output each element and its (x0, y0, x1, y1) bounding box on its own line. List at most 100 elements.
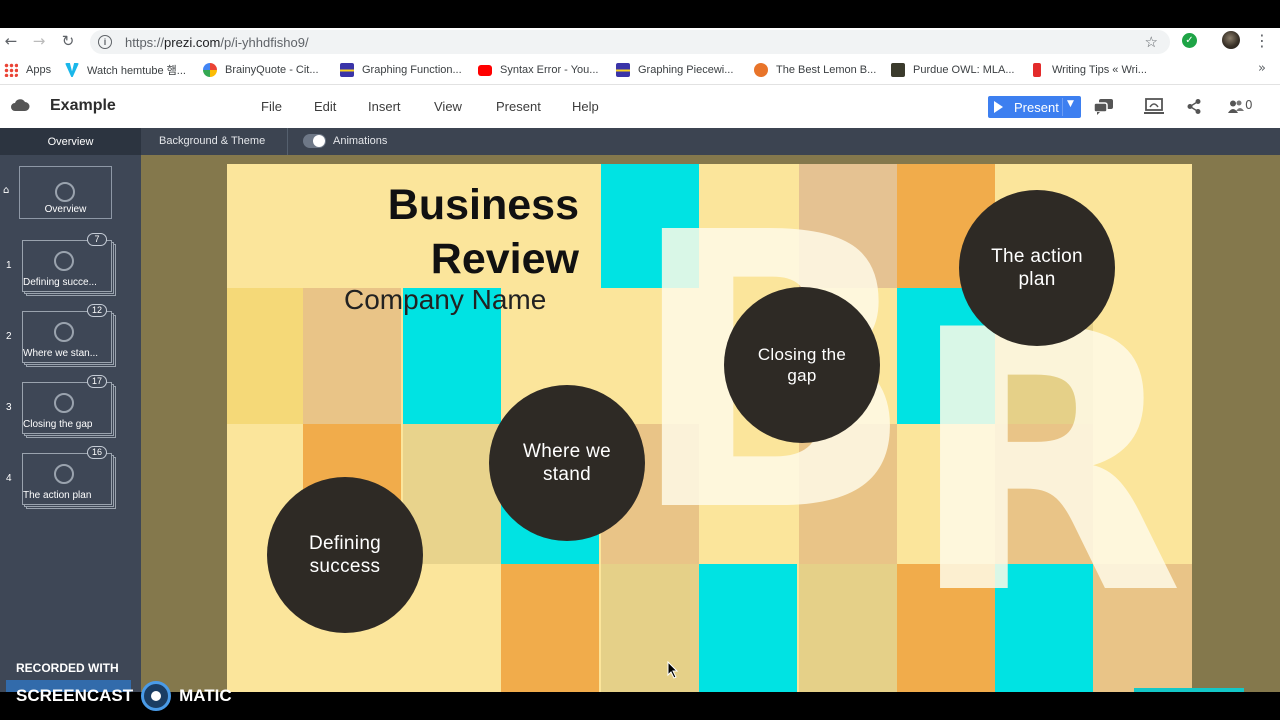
share-icon[interactable] (1187, 99, 1201, 114)
animations-toggle[interactable] (303, 134, 326, 148)
orange-circle-icon (754, 63, 768, 77)
screencast-logo-icon (141, 681, 172, 711)
overview-thumbnail[interactable]: Overview (19, 166, 112, 219)
bookmarks-bar: Apps Watch hemtube 햄... BrainyQuote - Ci… (0, 58, 1280, 82)
home-icon[interactable]: ⌂ (3, 185, 9, 196)
youtube-icon (478, 64, 492, 76)
topic-line: Defining (308, 533, 382, 554)
topic-line: success (309, 556, 381, 577)
slide-label: Closing the gap (23, 419, 93, 430)
reload-icon[interactable]: ↻ (57, 30, 79, 52)
url-path: /p/i-yhhdfisho9/ (220, 34, 309, 50)
info-icon[interactable]: i (98, 35, 112, 49)
teal-indicator (1134, 688, 1244, 692)
pinwheel-icon (203, 63, 217, 77)
circle-icon (54, 322, 74, 342)
chevron-down-icon[interactable]: ▼ (1067, 99, 1074, 109)
bookmark-label: Graphing Function... (362, 64, 462, 76)
url-prefix: https:// (125, 34, 165, 50)
url-text: https://prezi.com/p/i-yhhdfisho9/ (125, 35, 309, 50)
overview-slide[interactable]: B R Business Review Company Name Definin… (227, 164, 1192, 692)
animations-label: Animations (333, 135, 388, 147)
present-button[interactable]: Present ▼ (988, 96, 1081, 118)
bookmark-label: Watch hemtube 햄... (87, 65, 186, 77)
editor-canvas[interactable]: B R Business Review Company Name Definin… (141, 155, 1280, 692)
owl-icon (891, 63, 905, 77)
editor-toolbar: Overview Background & Theme Animations (0, 128, 1280, 155)
v-logo-icon (65, 63, 79, 77)
step-count-badge: 12 (87, 304, 107, 317)
step-count-badge: 17 (87, 375, 107, 388)
desmos-icon (340, 63, 354, 77)
comments-icon[interactable] (1094, 99, 1114, 115)
bookmark-lemon[interactable]: The Best Lemon B... (754, 62, 876, 78)
bookmark-brainyquote[interactable]: BrainyQuote - Cit... (203, 62, 319, 78)
present-remotely-icon[interactable] (1143, 98, 1165, 115)
menu-file[interactable]: File (261, 99, 282, 114)
red-i-icon (1033, 63, 1041, 77)
back-icon[interactable]: ← (0, 30, 22, 52)
slide-subtitle[interactable]: Company Name (344, 284, 546, 316)
document-title[interactable]: Example (50, 97, 116, 115)
bookmark-label: BrainyQuote - Cit... (225, 64, 319, 76)
bookmark-youtube[interactable]: Syntax Error - You... (478, 62, 598, 78)
bookmark-hemtube[interactable]: Watch hemtube 햄... (65, 62, 186, 78)
background-block (501, 564, 599, 692)
slide-label: Defining succe... (23, 277, 97, 288)
slide-title[interactable]: Business Review (388, 178, 579, 286)
bookmark-apps[interactable]: Apps (4, 62, 51, 78)
slide-label: The action plan (23, 490, 92, 501)
browser-menu-icon[interactable]: ⋮ (1254, 31, 1270, 50)
title-line-2: Review (430, 235, 579, 283)
bookmark-graphing-function[interactable]: Graphing Function... (340, 62, 462, 78)
cloud-sync-icon[interactable] (10, 98, 30, 112)
menu-help[interactable]: Help (572, 99, 599, 114)
background-theme-button[interactable]: Background & Theme (159, 135, 265, 147)
slide-thumbnail-4[interactable]: 4 16 The action plan (6, 446, 117, 510)
topic-line: stand (543, 464, 591, 485)
tab-overview[interactable]: Overview (0, 128, 141, 155)
topic-line: gap (787, 366, 817, 385)
step-count-badge: 7 (87, 233, 107, 246)
menu-edit[interactable]: Edit (314, 99, 336, 114)
collaborators-icon[interactable] (1228, 100, 1244, 113)
slide-thumbnail-1[interactable]: 1 7 Defining succe... (6, 233, 117, 297)
profile-avatar[interactable] (1222, 31, 1240, 49)
divider (1062, 98, 1063, 116)
topic-the-action-plan[interactable]: The action plan (959, 190, 1115, 346)
slide-label: Where we stan... (23, 348, 99, 359)
slide-thumbnail-2[interactable]: 2 12 Where we stan... (6, 304, 117, 368)
bookmark-star-icon[interactable]: ☆ (1145, 33, 1158, 51)
slide-number: 4 (6, 473, 12, 484)
collaborators-count: 0 (1245, 98, 1253, 112)
topic-closing-the-gap[interactable]: Closing the gap (724, 287, 880, 443)
bookmark-graphing-piecewise[interactable]: Graphing Piecewi... (616, 62, 733, 78)
topic-where-we-stand[interactable]: Where we stand (489, 385, 645, 541)
topic-defining-success[interactable]: Defining success (267, 477, 423, 633)
menu-view[interactable]: View (434, 99, 462, 114)
desmos-icon (616, 63, 630, 77)
forward-icon[interactable]: → (28, 30, 50, 52)
apps-grid-icon (4, 63, 18, 77)
play-icon (994, 101, 1003, 113)
bookmark-purdue-owl[interactable]: Purdue OWL: MLA... (891, 62, 1014, 78)
bookmark-label: The Best Lemon B... (776, 64, 877, 76)
menu-present[interactable]: Present (496, 99, 541, 114)
bookmarks-overflow-icon[interactable]: » (1258, 61, 1266, 76)
slide-thumbnail-3[interactable]: 3 17 Closing the gap (6, 375, 117, 439)
topic-line: The action (991, 246, 1083, 267)
address-bar-row: ← → ↻ i https://prezi.com/p/i-yhhdfisho9… (0, 28, 1280, 56)
menu-insert[interactable]: Insert (368, 99, 401, 114)
bookmark-label: Syntax Error - You... (500, 64, 599, 76)
watermark-brand: SCREENCAST MATIC (16, 681, 232, 711)
extension-check-icon[interactable]: ✓ (1182, 33, 1197, 48)
app-header: Example File Edit Insert View Present He… (0, 84, 1280, 128)
screen: ← → ↻ i https://prezi.com/p/i-yhhdfisho9… (0, 0, 1280, 720)
watermark-brand-right: MATIC (179, 686, 232, 705)
slide-number: 2 (6, 331, 12, 342)
url-bar[interactable]: i https://prezi.com/p/i-yhhdfisho9/ ☆ (90, 30, 1170, 54)
topic-line: Where we (523, 441, 611, 462)
bookmark-writing-tips[interactable]: Writing Tips « Wri... (1030, 62, 1147, 78)
topic-line: plan (1018, 269, 1056, 290)
present-label: Present (1014, 99, 1059, 115)
